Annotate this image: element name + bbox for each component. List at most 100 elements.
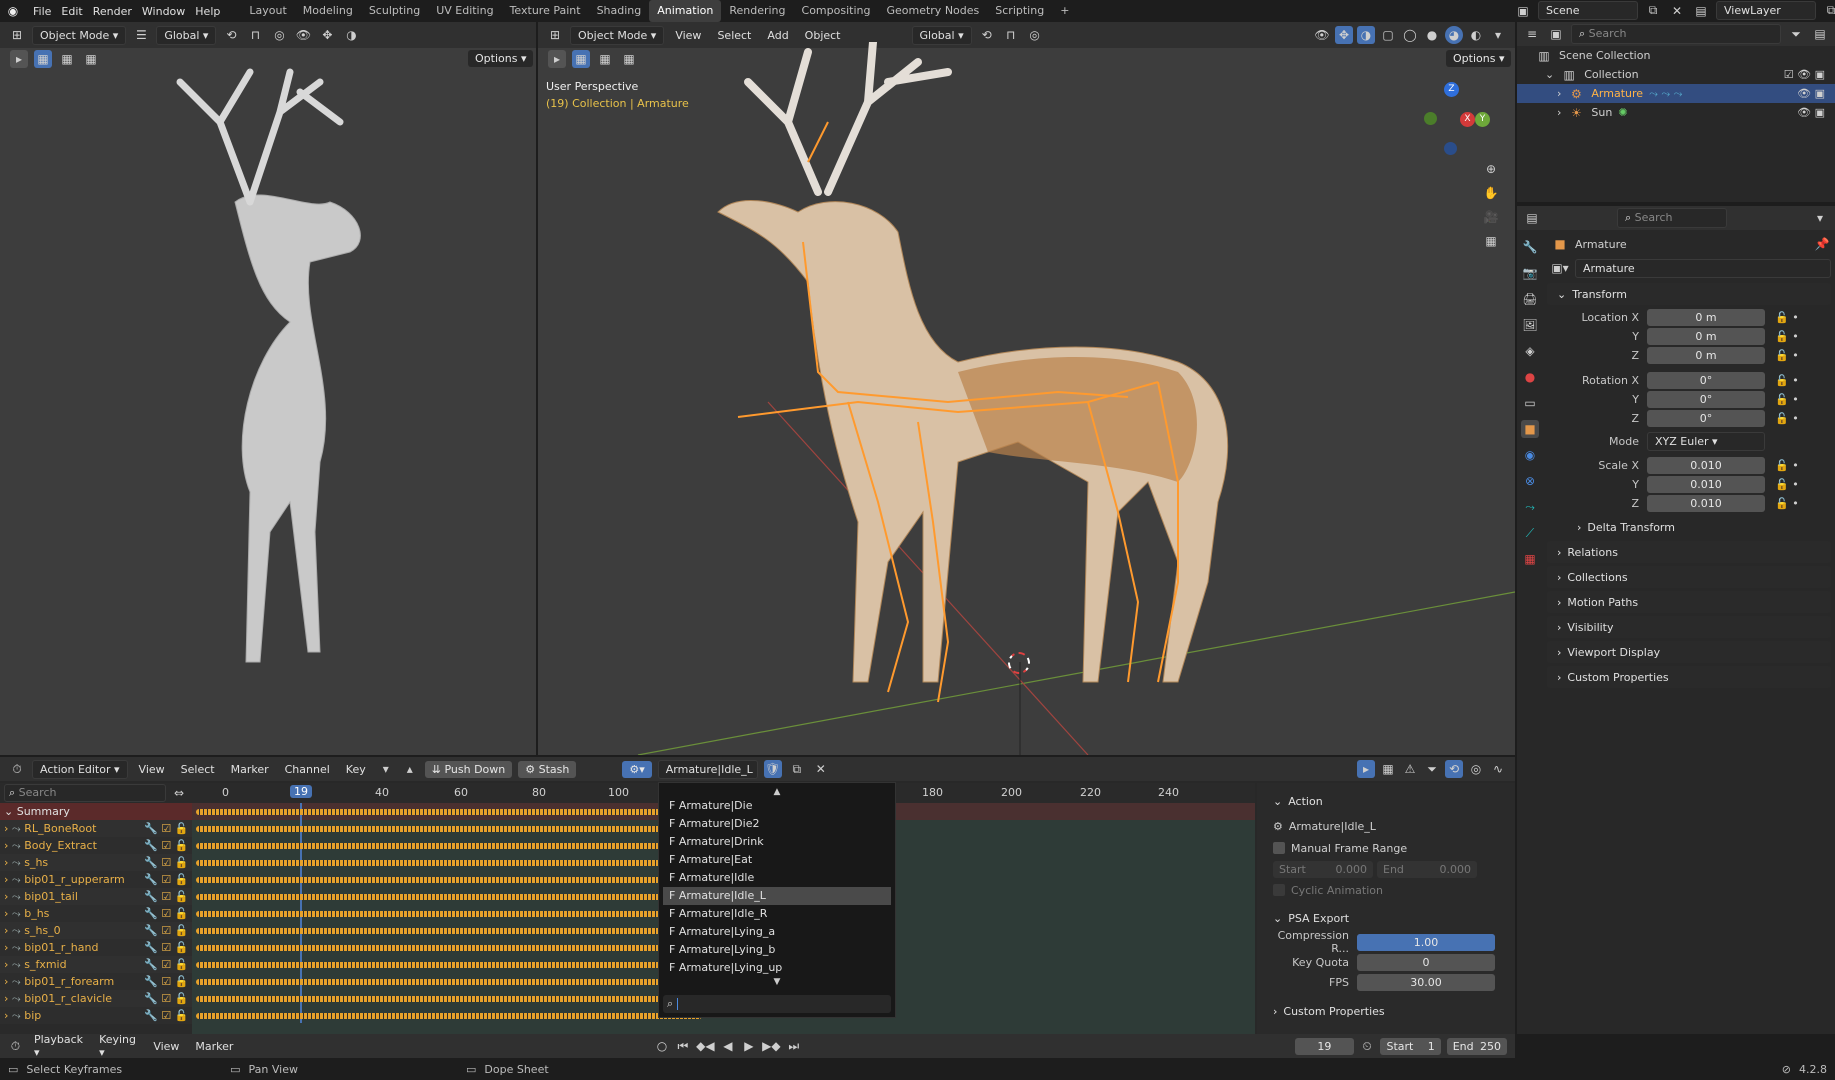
action-name-field[interactable]: Armature|Idle_L xyxy=(657,759,758,779)
lock-icon[interactable]: 🔓 xyxy=(175,873,189,886)
object-name-field[interactable]: Armature xyxy=(1575,258,1831,278)
hamburger-icon[interactable]: ☰ xyxy=(132,26,150,44)
current-frame-indicator[interactable]: 19 xyxy=(290,785,312,798)
channel-search[interactable]: ⌕ Search xyxy=(4,784,166,802)
menu-file[interactable]: File xyxy=(28,5,56,18)
left-orientation-selector[interactable]: Global ▾ xyxy=(156,25,217,45)
expand-icon[interactable]: › xyxy=(4,822,8,835)
filter-icon[interactable]: ⏷ xyxy=(1787,25,1805,43)
tab-rendering[interactable]: Rendering xyxy=(721,0,793,22)
proportional-icon[interactable]: ◎ xyxy=(1467,760,1485,778)
keyframe-track[interactable] xyxy=(196,809,662,815)
auto-snap-icon[interactable]: ⟲ xyxy=(1445,760,1463,778)
modifier-icon[interactable]: 🔧 xyxy=(144,975,158,988)
timeline-marker-menu[interactable]: Marker xyxy=(190,1040,238,1053)
enable-checkbox[interactable]: ☑ xyxy=(161,822,171,835)
enable-checkbox[interactable]: ☑ xyxy=(161,1009,171,1022)
proportional-edit-icon[interactable]: ◎ xyxy=(270,26,288,44)
show-hidden-icon[interactable]: ▦ xyxy=(1379,760,1397,778)
lock-icon[interactable]: 🔓 xyxy=(175,839,189,852)
lock-icon[interactable]: 🔓 xyxy=(175,822,189,835)
custom-properties-panel[interactable]: › Custom Properties xyxy=(1263,1000,1509,1022)
left-mode-selector[interactable]: Object Mode ▾ xyxy=(32,25,127,45)
timeline-editor-icon[interactable]: ⏱ xyxy=(8,1037,23,1055)
pin-icon[interactable]: 📌 xyxy=(1813,235,1831,253)
lock-icon[interactable]: 🔓 xyxy=(175,975,189,988)
view-layer-selector[interactable]: ViewLayer xyxy=(1716,1,1816,20)
expand-icon[interactable]: › xyxy=(1557,106,1561,119)
relations-panel[interactable]: › Relations xyxy=(1547,541,1831,563)
enable-checkbox[interactable]: ☑ xyxy=(161,890,171,903)
expand-icon[interactable]: › xyxy=(4,924,8,937)
gizmo-icon[interactable]: ✥ xyxy=(318,26,336,44)
visibility-panel[interactable]: › Visibility xyxy=(1547,616,1831,638)
visibility-icon[interactable]: 👁 xyxy=(294,26,312,44)
lock-icon[interactable]: 🔓 xyxy=(175,924,189,937)
lock-icon[interactable]: 🔓 xyxy=(175,890,189,903)
action-list-item[interactable]: F Armature|Drink xyxy=(663,833,891,851)
enable-checkbox[interactable]: ☑ xyxy=(161,992,171,1005)
record-icon[interactable]: ○ xyxy=(654,1037,669,1055)
location-z-field[interactable]: 0 m xyxy=(1647,347,1765,364)
keyframe-track[interactable] xyxy=(196,979,662,985)
channel-row[interactable]: › ⤳ s_fxmid 🔧 ☑ 🔓 xyxy=(0,956,192,973)
expand-icon[interactable]: › xyxy=(4,873,8,886)
channel-row[interactable]: › ⤳ bip01_r_forearm 🔧 ☑ 🔓 xyxy=(0,973,192,990)
enable-checkbox[interactable]: ☑ xyxy=(161,975,171,988)
expand-icon[interactable]: › xyxy=(4,992,8,1005)
collection-tab-icon[interactable]: ▭ xyxy=(1521,394,1539,412)
fps-field[interactable]: 30.00 xyxy=(1357,973,1495,991)
manual-frame-range-checkbox[interactable]: Manual Frame Range xyxy=(1263,837,1509,859)
location-y-field[interactable]: 0 m xyxy=(1647,328,1765,345)
lock-icon[interactable]: 🔓 • xyxy=(1775,330,1799,343)
summary-row[interactable]: ⌄ Summary xyxy=(0,803,192,820)
object-tab-icon[interactable]: ■ xyxy=(1521,420,1539,438)
menu-select[interactable]: Select xyxy=(176,763,220,776)
enable-checkbox[interactable]: ☑ xyxy=(161,907,171,920)
scale-x-field[interactable]: 0.010 xyxy=(1647,457,1765,474)
expand-icon[interactable]: › xyxy=(4,839,8,852)
new-action-icon[interactable]: ⧉ xyxy=(788,760,806,778)
keyframe-track[interactable] xyxy=(196,945,662,951)
modifier-icon[interactable]: 🔧 xyxy=(144,1009,158,1022)
properties-editor-icon[interactable]: ▤ xyxy=(1523,209,1541,227)
new-scene-icon[interactable]: ⧉ xyxy=(1644,2,1662,20)
action-browse-icon[interactable]: ⚙▾ xyxy=(622,760,652,778)
armature-visibility-icon[interactable]: 👁 ▣ xyxy=(1797,87,1825,100)
action-list-item[interactable]: F Armature|Lying_a xyxy=(663,923,891,941)
select-extend-icon[interactable]: ▦ xyxy=(58,50,76,68)
lock-icon[interactable]: 🔓 xyxy=(175,856,189,869)
dopesheet-editor-icon[interactable]: ⏱ xyxy=(8,760,26,778)
action-list-item[interactable]: F Armature|Lying_up xyxy=(663,959,891,977)
layer-up-icon[interactable]: ▴ xyxy=(401,760,419,778)
outliner-item-armature[interactable]: › ⚙ Armature ⤳ ⤳ ⤳ 👁 ▣ xyxy=(1517,84,1835,103)
menu-channel[interactable]: Channel xyxy=(280,763,335,776)
camera-icon[interactable]: 🎥 xyxy=(1482,208,1500,226)
pivot-icon[interactable]: ⟲ xyxy=(222,26,240,44)
action-list-item[interactable]: F Armature|Lying_b xyxy=(663,941,891,959)
menu-marker[interactable]: Marker xyxy=(226,763,274,776)
expand-icon[interactable]: › xyxy=(4,958,8,971)
left-options-button[interactable]: Options ▾ xyxy=(468,50,534,67)
delete-scene-icon[interactable]: ✕ xyxy=(1668,2,1686,20)
left-viewport[interactable]: ⊞ Object Mode ▾ ☰ Global ▾ ⟲ ⊓ ◎ 👁 ✥ ◑ ▸… xyxy=(0,22,536,755)
enable-checkbox[interactable]: ☑ xyxy=(161,839,171,852)
editor-mode-select[interactable]: Action Editor ▾ xyxy=(32,759,128,779)
start-frame-field[interactable]: Start 1 xyxy=(1380,1037,1441,1055)
constraints-tab-icon[interactable]: ⊗ xyxy=(1521,472,1539,490)
unlink-action-icon[interactable]: ✕ xyxy=(812,760,830,778)
modifier-icon[interactable]: 🔧 xyxy=(144,890,158,903)
expand-icon[interactable]: › xyxy=(4,907,8,920)
lock-icon[interactable]: 🔓 xyxy=(175,1009,189,1022)
rotation-y-field[interactable]: 0° xyxy=(1647,391,1765,408)
action-list-item[interactable]: F Armature|Idle_L xyxy=(663,887,891,905)
channel-row[interactable]: › ⤳ bip01_r_hand 🔧 ☑ 🔓 xyxy=(0,939,192,956)
compression-ratio-slider[interactable]: 1.00 xyxy=(1357,933,1495,951)
filter-icon[interactable]: ⏷ xyxy=(1423,760,1441,778)
properties-options-icon[interactable]: ▾ xyxy=(1811,209,1829,227)
expand-icon[interactable]: ⌄ xyxy=(1545,68,1554,81)
blender-logo-icon[interactable]: ◉ xyxy=(4,2,22,20)
tab-uv-editing[interactable]: UV Editing xyxy=(428,0,501,22)
menu-key[interactable]: Key xyxy=(341,763,371,776)
zoom-icon[interactable]: ⊕ xyxy=(1482,160,1500,178)
